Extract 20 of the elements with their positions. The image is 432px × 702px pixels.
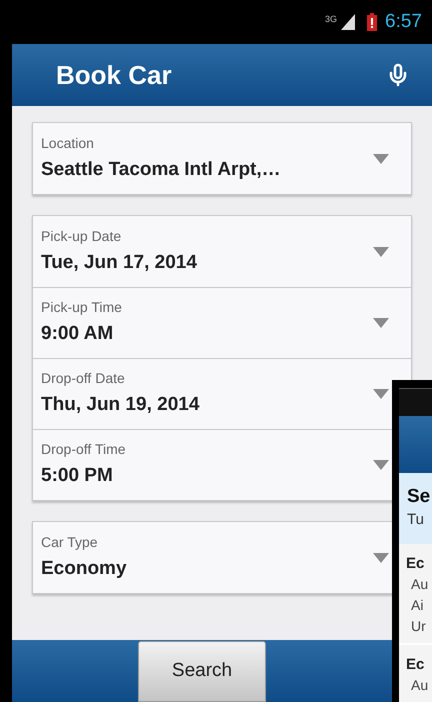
screen-title: Book Car — [56, 58, 172, 92]
field-label: Drop-off Time — [41, 440, 126, 460]
field-value: Economy — [41, 556, 127, 581]
field-label: Drop-off Date — [41, 369, 126, 388]
field-label: Location — [41, 134, 95, 153]
result-detail: Au — [410, 575, 430, 594]
field-value: 9:00 AM — [41, 322, 114, 346]
field-label: Pick-up Date — [41, 226, 122, 246]
field-value: Seattle Tacoma Intl Arpt,… — [41, 158, 281, 182]
field-label: Car Type — [41, 532, 99, 552]
field-value: 5:00 PM — [41, 464, 114, 488]
clock: 6:57 — [385, 10, 422, 34]
result-detail: Au — [410, 676, 430, 695]
field-value: Thu, Jun 19, 2014 — [41, 393, 200, 418]
field-value: Tue, Jun 17, 2014 — [41, 250, 197, 275]
result-group-title: Ec — [406, 655, 426, 675]
field-label: Pick-up Time — [41, 298, 122, 318]
result-detail: Ur — [410, 617, 427, 636]
result-detail: Ai — [410, 596, 424, 615]
network-type: 3G — [325, 13, 338, 26]
